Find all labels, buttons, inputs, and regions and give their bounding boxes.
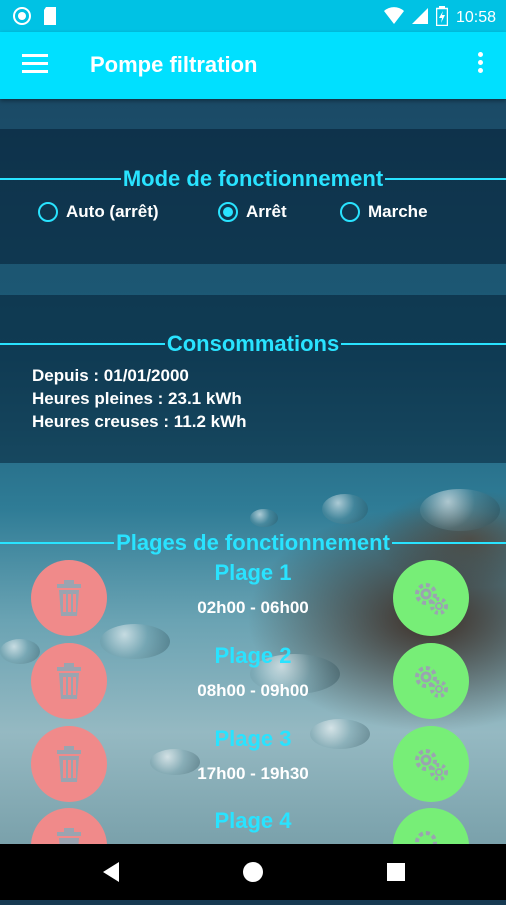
home-button[interactable]	[223, 844, 283, 900]
more-options-icon[interactable]	[478, 52, 484, 78]
conso-peak: Heures pleines : 23.1 kWh	[32, 389, 242, 408]
wifi-icon	[383, 7, 404, 29]
mode-section-title: Mode de fonctionnement	[0, 166, 506, 192]
conso-since: Depuis : 01/01/2000	[32, 366, 189, 385]
mode-radio-group: Auto (arrêt) Arrêt Marche	[38, 202, 428, 222]
gears-icon	[415, 583, 448, 615]
page-title: Pompe filtration	[90, 52, 258, 77]
consommations-details: Depuis : 01/01/2000 Heures pleines : 23.…	[32, 364, 247, 433]
conso-offpeak: Heures creuses : 11.2 kWh	[32, 412, 247, 431]
system-navigation-bar	[0, 844, 506, 900]
plage-item: Plage 3 17h00 - 19h30	[0, 726, 506, 808]
recents-icon	[387, 863, 405, 881]
plage-item: Plage 2 08h00 - 09h00	[0, 643, 506, 725]
clock: 10:58	[455, 9, 496, 26]
settings-button[interactable]	[393, 560, 469, 636]
radio-arret[interactable]: Arrêt	[218, 202, 340, 222]
menu-icon[interactable]	[22, 54, 48, 76]
radio-auto[interactable]: Auto (arrêt)	[38, 202, 218, 222]
battery-icon	[435, 6, 449, 30]
plage-item: Plage 1 02h00 - 06h00	[0, 560, 506, 642]
recents-button[interactable]	[366, 844, 426, 900]
back-button[interactable]	[82, 844, 142, 900]
record-icon	[12, 6, 32, 30]
status-bar: 10:58	[0, 0, 506, 32]
home-icon	[243, 862, 263, 882]
plages-section-title: Plages de fonctionnement	[0, 530, 506, 556]
radio-circle-selected	[218, 202, 238, 222]
back-icon	[103, 862, 119, 882]
radio-circle	[340, 202, 360, 222]
gears-icon	[415, 749, 448, 781]
consommations-section-title: Consommations	[0, 331, 506, 357]
radio-circle	[38, 202, 58, 222]
radio-marche[interactable]: Marche	[340, 202, 428, 222]
settings-button[interactable]	[393, 643, 469, 719]
gears-icon	[415, 666, 448, 698]
gears-icon	[415, 831, 437, 844]
settings-button[interactable]	[393, 726, 469, 802]
app-bar: Pompe filtration	[0, 32, 506, 99]
plage-item: Plage 4	[0, 808, 506, 844]
sd-card-icon	[42, 6, 58, 30]
signal-icon	[411, 7, 428, 29]
